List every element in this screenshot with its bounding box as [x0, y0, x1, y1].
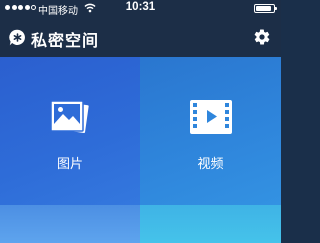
videos-tile[interactable]: 视频 — [140, 57, 281, 205]
bottom-right-tile[interactable] — [140, 205, 281, 243]
video-play-icon — [189, 100, 232, 134]
private-space-screen: 中国移动 10:31 私密空间 图片 视频 — [0, 0, 281, 243]
nav-bar: 私密空间 — [0, 17, 281, 57]
status-bar: 中国移动 10:31 — [0, 0, 281, 17]
page-title: 私密空间 — [31, 33, 100, 50]
bottom-left-tile[interactable] — [0, 205, 140, 243]
asterisk-bubble-icon — [9, 29, 25, 46]
videos-tile-label: 视频 — [197, 156, 224, 171]
photos-tile[interactable]: 图片 — [0, 57, 140, 205]
status-time: 10:31 — [125, 1, 156, 13]
photo-stack-icon — [50, 100, 89, 133]
battery-icon — [254, 4, 277, 13]
gear-icon[interactable] — [253, 28, 271, 46]
photos-tile-label: 图片 — [56, 156, 83, 171]
